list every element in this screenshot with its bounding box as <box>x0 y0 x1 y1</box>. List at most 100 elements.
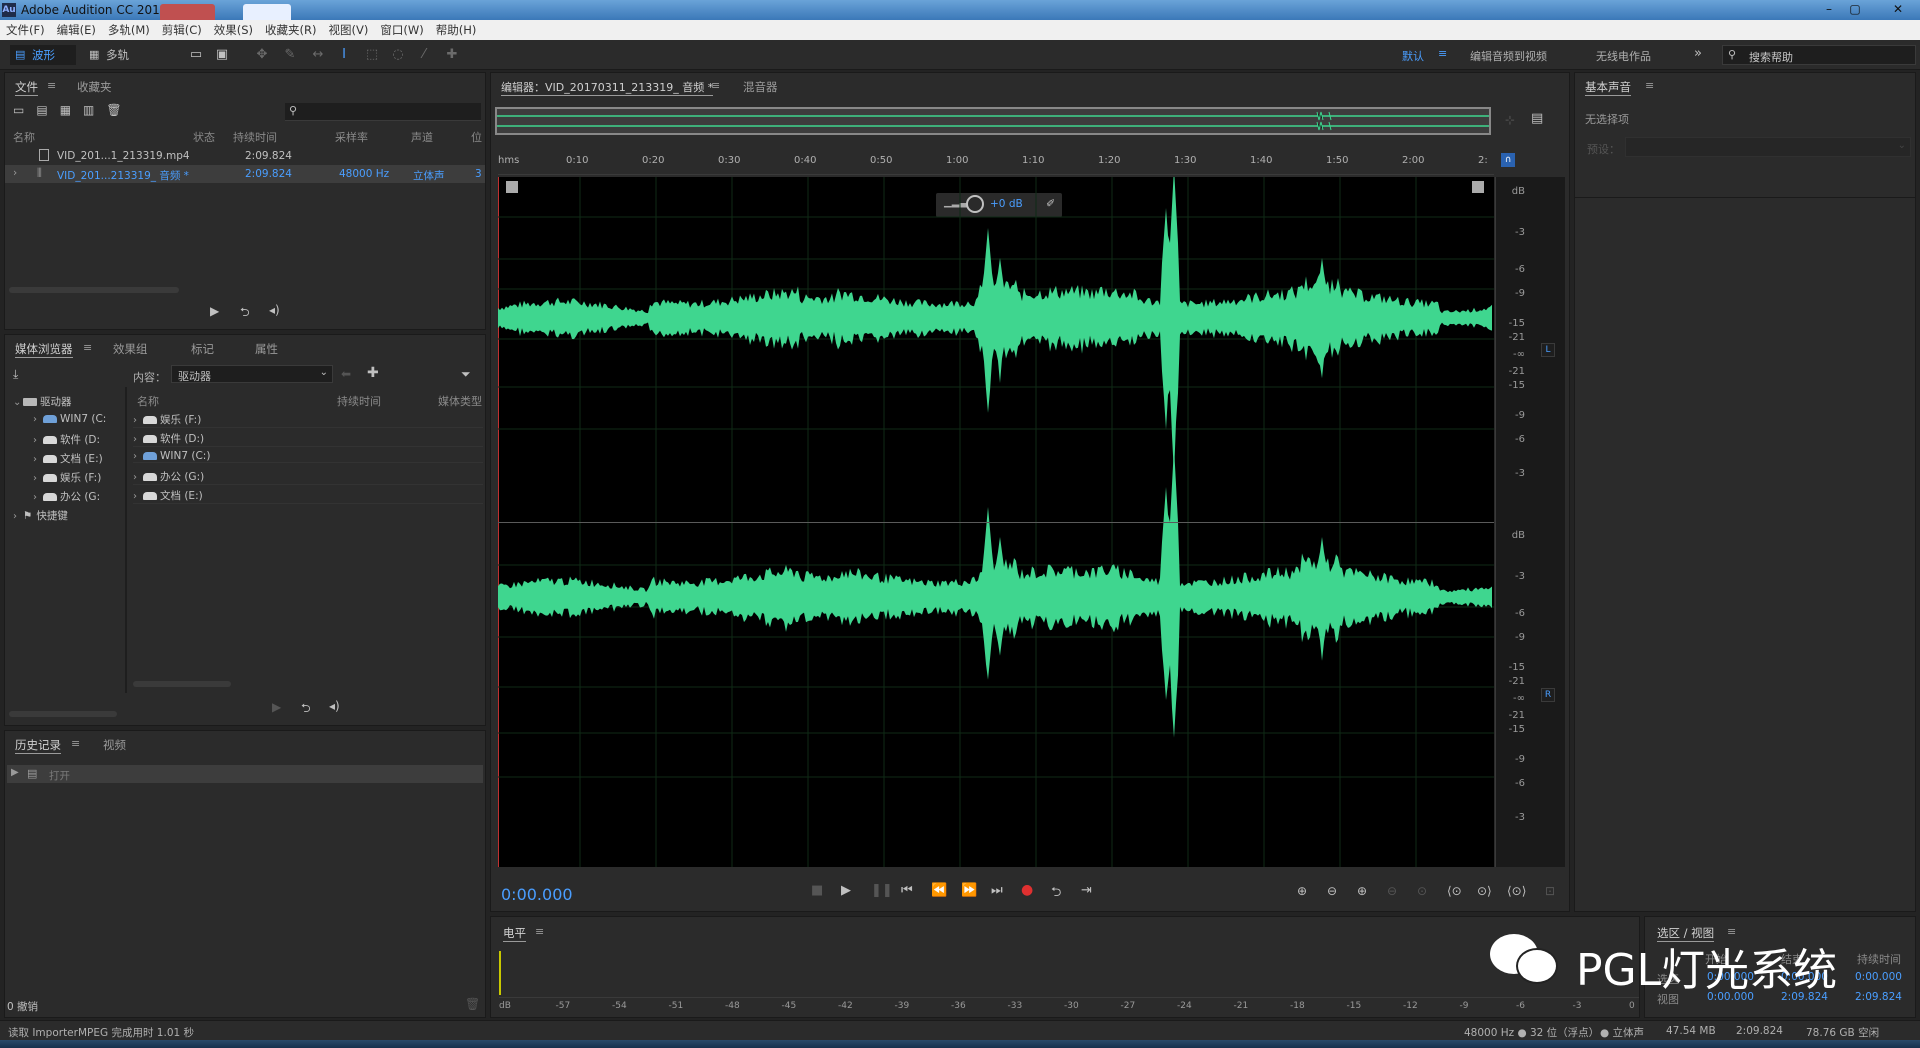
table-row[interactable]: VID_201...1_213319.mp4 2:09.824 <box>5 147 485 165</box>
channel-right-toggle[interactable]: R <box>1541 688 1555 702</box>
chevron-right-icon[interactable]: › <box>133 472 143 483</box>
workspace-edit-video[interactable]: 编辑音频到视频 <box>1470 48 1547 64</box>
list-item[interactable]: › 娱乐 (F:) <box>133 412 483 428</box>
menu-multitrack[interactable]: 多轨(M) <box>102 20 156 40</box>
autoplay-icon[interactable]: ◂) <box>269 303 280 317</box>
play-icon[interactable]: ▶ <box>272 700 281 714</box>
zoom-out-point-icon[interactable]: ⟨⊙⟩ <box>1507 884 1526 898</box>
skip-selection-icon[interactable]: ⇥ <box>1081 883 1092 898</box>
tab-history[interactable]: 历史记录 <box>15 737 61 754</box>
loop-playback-icon[interactable]: ⮌ <box>1051 883 1061 905</box>
tab-media-browser[interactable]: 媒体浏览器 <box>15 341 73 358</box>
col-duration[interactable]: 持续时间 <box>337 393 381 409</box>
zoom-in-time-icon[interactable]: ⊕ <box>1357 884 1367 898</box>
multitrack-mode-button[interactable]: ▦ 多轨 <box>84 45 144 65</box>
tree-item-software[interactable]: › 软件 (D: <box>33 432 100 447</box>
marquee-tool-icon[interactable]: ⬚ <box>364 47 380 63</box>
col-media-type[interactable]: 媒体类型 <box>438 393 484 409</box>
time-selection-tool-icon[interactable]: I <box>336 47 352 63</box>
chevron-right-icon[interactable]: › <box>33 492 43 503</box>
zoom-in-amplitude-icon[interactable]: ⊕ <box>1297 884 1307 898</box>
slip-tool-icon[interactable]: ↔ <box>310 47 326 63</box>
stop-icon[interactable]: ■ <box>811 883 823 898</box>
tab-editor[interactable]: 编辑器：VID_20170311_213319_ 音频 * <box>501 79 714 96</box>
preset-dropdown[interactable]: ⌄ <box>1625 137 1911 157</box>
menu-clip[interactable]: 剪辑(C) <box>156 20 208 40</box>
delete-icon[interactable]: 🗑 <box>106 103 133 117</box>
view-duration[interactable]: 2:09.824 <box>1855 991 1902 1003</box>
tab-video[interactable]: 视频 <box>103 737 126 753</box>
menu-edit[interactable]: 编辑(E) <box>51 20 102 40</box>
record-icon[interactable]: ● <box>1021 882 1033 898</box>
brush-tool-icon[interactable]: ⁄ <box>416 47 432 63</box>
autoplay-icon[interactable]: ◂) <box>329 699 340 713</box>
tree-item-documents[interactable]: › 文档 (E:) <box>33 451 103 466</box>
skip-to-end-icon[interactable]: ⏭ <box>991 883 1003 898</box>
table-row-selected[interactable]: › ⫼ VID_201...213319_ 音频 * 2:09.824 4800… <box>5 165 485 183</box>
tab-favorites[interactable]: 收藏夹 <box>77 79 112 95</box>
new-file-icon[interactable]: ▦ <box>60 103 83 117</box>
chevron-right-icon[interactable]: › <box>133 415 143 426</box>
tree-item-shortcuts[interactable]: › ⚑ 快捷键 <box>13 508 68 523</box>
import-download-icon[interactable]: ⤓ <box>13 367 18 382</box>
search-help-field[interactable]: ⚲ 搜索帮助 <box>1722 45 1916 65</box>
panel-menu-icon[interactable]: ≡ <box>711 79 720 92</box>
rewind-icon[interactable]: ⏪ <box>931 883 947 898</box>
list-item[interactable]: › 软件 (D:) <box>133 431 483 447</box>
move-tool-icon[interactable]: ✥ <box>254 47 270 63</box>
content-dropdown[interactable]: 驱动器 ⌄ <box>171 365 333 383</box>
zoom-out-amplitude-icon[interactable]: ⊖ <box>1327 884 1337 898</box>
zoom-out-time-icon[interactable]: ⊖ <box>1387 884 1397 898</box>
chevron-right-icon[interactable]: › <box>13 167 17 179</box>
selection-duration[interactable]: 0:00.000 <box>1855 971 1902 983</box>
tab-levels[interactable]: 电平 <box>503 925 526 942</box>
history-item[interactable]: ▶ ▤ 打开 <box>7 765 483 783</box>
close-button[interactable]: ✕ <box>1880 1 1916 17</box>
time-display[interactable]: 0:00.000 <box>501 885 573 904</box>
chevron-right-icon[interactable]: › <box>133 491 143 502</box>
tab-markers[interactable]: 标记 <box>191 341 214 357</box>
tab-properties[interactable]: 属性 <box>255 341 278 357</box>
panel-menu-icon[interactable]: ≡ <box>83 341 92 354</box>
delete-icon[interactable]: 🗑 <box>465 997 480 1011</box>
tree-item-drives[interactable]: ⌄ 驱动器 <box>13 394 72 409</box>
add-shortcut-icon[interactable]: ✚ <box>367 365 379 381</box>
panel-menu-icon[interactable]: ≡ <box>47 79 56 92</box>
open-folder-icon[interactable]: ▭ <box>13 103 36 117</box>
skip-to-start-icon[interactable]: ⏮ <box>901 883 913 898</box>
horizontal-scrollbar[interactable] <box>133 681 231 687</box>
col-name[interactable]: 名称 <box>13 129 35 145</box>
back-arrow-icon[interactable]: ⬅ <box>341 367 351 381</box>
workspace-menu-icon[interactable]: ≡ <box>1438 47 1447 60</box>
fast-forward-icon[interactable]: ⏩ <box>961 883 977 898</box>
tree-item-entertainment[interactable]: › 娱乐 (F:) <box>33 470 101 485</box>
zoom-in-point-icon[interactable]: ⊙⟩ <box>1477 884 1492 898</box>
horizontal-scrollbar[interactable] <box>9 287 179 293</box>
menu-file[interactable]: 文件(F) <box>0 20 51 40</box>
list-item[interactable]: › WIN7 (C:) <box>133 450 483 463</box>
chevron-down-icon[interactable]: ⌄ <box>13 397 23 408</box>
tab-mixer[interactable]: 混音器 <box>743 79 778 95</box>
minimize-button[interactable]: – <box>1816 1 1842 17</box>
menu-help[interactable]: 帮助(H) <box>430 20 483 40</box>
files-search-input[interactable]: ⚲ <box>285 103 481 121</box>
import-icon[interactable]: ▤ <box>36 103 59 117</box>
menu-effects[interactable]: 效果(S) <box>208 20 259 40</box>
zoom-selection-icon[interactable]: ⟨⊙ <box>1447 884 1462 898</box>
menu-view[interactable]: 视图(V) <box>323 20 375 40</box>
horizontal-scrollbar[interactable] <box>498 869 1494 875</box>
list-item[interactable]: › 文档 (E:) <box>133 488 483 504</box>
filter-icon[interactable]: ⏷ <box>461 367 471 382</box>
pause-icon[interactable]: ❚❚ <box>871 883 893 898</box>
play-icon[interactable]: ▶ <box>210 304 219 318</box>
lasso-tool-icon[interactable]: ◌ <box>390 47 406 63</box>
snap-magnet-icon[interactable]: ∩ <box>1501 153 1515 167</box>
chevron-right-icon[interactable]: › <box>33 435 43 446</box>
tab-effects-rack[interactable]: 效果组 <box>113 341 148 357</box>
tab-files[interactable]: 文件 <box>15 79 38 96</box>
more-workspaces-icon[interactable]: » <box>1694 46 1702 61</box>
loop-icon[interactable]: ⮌ <box>301 699 311 720</box>
tab-essential-sound[interactable]: 基本声音 <box>1585 79 1631 96</box>
col-status[interactable]: 状态 <box>193 129 215 145</box>
panel-menu-icon[interactable]: ≡ <box>535 925 544 938</box>
